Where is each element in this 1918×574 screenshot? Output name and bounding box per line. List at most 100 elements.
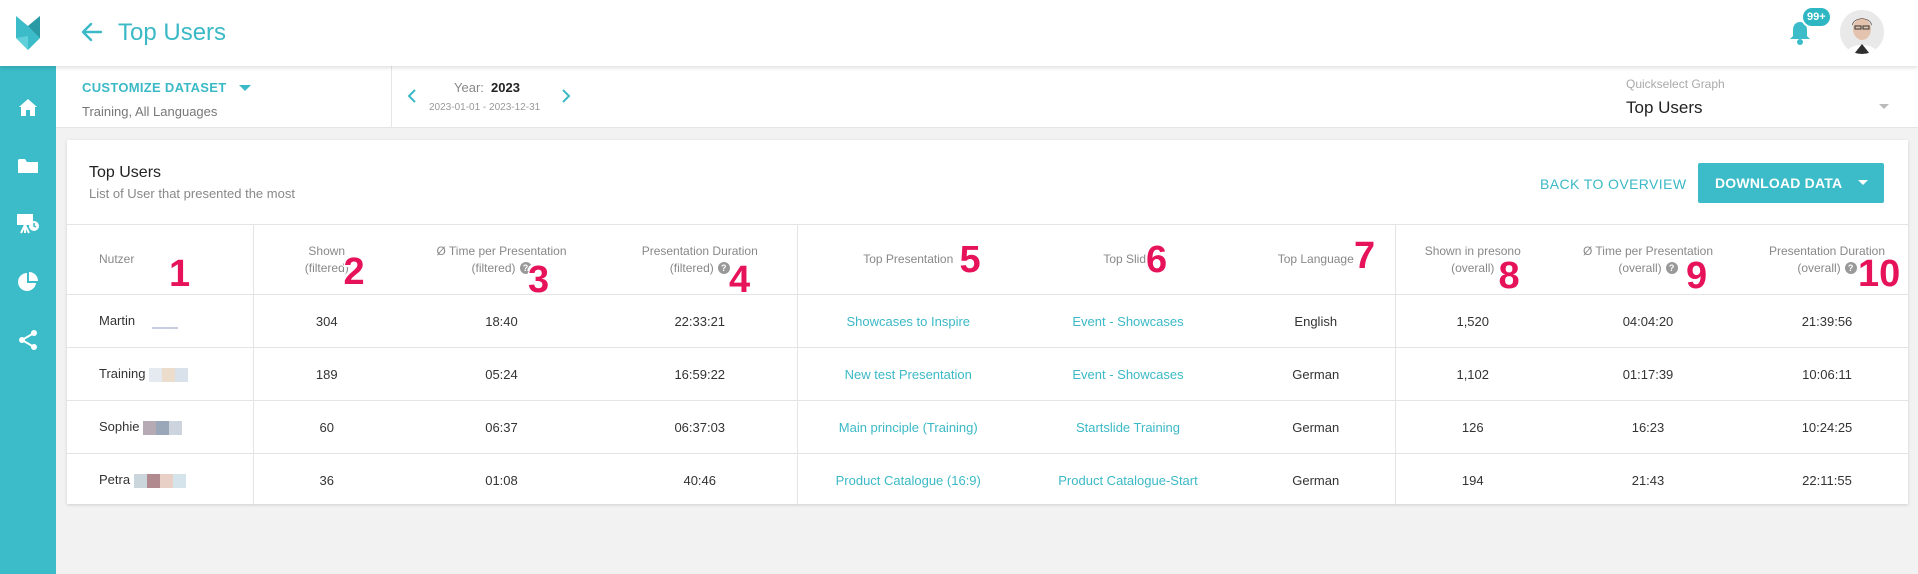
download-data-button[interactable]: DOWNLOAD DATA <box>1698 163 1884 203</box>
presentation-icon <box>17 214 39 234</box>
column-header[interactable]: Presentation Duration (overall)? 10 <box>1746 224 1908 295</box>
column-header[interactable]: Shown in presono (overall) 8 <box>1394 224 1550 297</box>
column-header-label: Shown <box>308 243 346 258</box>
column-header-sublabel: (overall) <box>1797 260 1841 275</box>
sidebar-item-home[interactable] <box>0 84 56 132</box>
annotation-marker: 1 <box>169 253 191 295</box>
shown-overall-cell: 1,102 <box>1394 347 1550 401</box>
top-slide-link[interactable]: Event - Showcases <box>1072 314 1183 329</box>
top-slide-link[interactable]: Product Catalogue-Start <box>1058 473 1197 488</box>
column-header[interactable]: Presentation Duration (filtered)? 4 <box>603 224 797 299</box>
next-year-button[interactable] <box>554 84 578 108</box>
top-presentation-link[interactable]: Main principle (Training) <box>839 420 978 435</box>
shown-cell: 36 <box>252 453 400 507</box>
column-header-label: Presentation Duration <box>641 243 758 258</box>
back-to-overview-link[interactable]: BACK TO OVERVIEW <box>1540 176 1686 192</box>
app-root: Top Users 99+ CUSTOMIZE DATASET Training… <box>0 0 1918 574</box>
help-icon[interactable]: ? <box>1844 262 1857 275</box>
column-header[interactable]: Shown (filtered) 2 <box>252 224 400 295</box>
column-header-label: Nutzer <box>99 252 135 266</box>
top-language-cell: German <box>1237 347 1395 401</box>
sidebar-item-files[interactable] <box>0 142 56 190</box>
redacted-surname <box>139 314 179 329</box>
top-users-card: Top Users List of User that presented th… <box>67 140 1908 507</box>
previous-year-button[interactable] <box>400 84 424 108</box>
user-name: Training <box>99 366 146 382</box>
top-presentation-link[interactable]: Product Catalogue (16:9) <box>836 473 981 488</box>
help-icon[interactable]: ? <box>717 262 730 275</box>
caret-down-icon <box>1858 180 1868 185</box>
column-header-label: Top Language <box>1277 252 1354 266</box>
avg-time-overall-cell: 21:43 <box>1550 453 1746 507</box>
user-name: Martin <box>99 313 136 329</box>
duration-overall-cell: 21:39:56 <box>1746 294 1908 348</box>
avg-time-overall-cell: 04:04:20 <box>1550 294 1746 348</box>
help-icon[interactable]: ? <box>1665 262 1678 275</box>
top-slide-link[interactable]: Event - Showcases <box>1072 367 1183 382</box>
share-icon <box>19 330 37 350</box>
card-subtitle: List of User that presented the most <box>89 186 295 201</box>
top-slide-cell: Event - Showcases <box>1019 347 1237 401</box>
sidebar <box>0 66 56 574</box>
top-language-cell: English <box>1237 294 1395 348</box>
caret-down-icon <box>238 84 251 91</box>
filter-bar: CUSTOMIZE DATASET Training, All Language… <box>56 66 1918 128</box>
avg-time-cell: 01:08 <box>400 453 603 507</box>
duration-overall-cell: 10:24:25 <box>1746 400 1908 454</box>
top-language-cell: German <box>1237 400 1395 454</box>
user-cell: Martin <box>67 294 253 348</box>
quickselect-select[interactable]: Top Users <box>1626 98 1703 118</box>
column-header-label: Top Presentation <box>863 252 954 266</box>
avg-time-overall-cell: 16:23 <box>1550 400 1746 454</box>
annotation-marker: 6 <box>1146 239 1168 281</box>
table-row[interactable]: Training 189 05:24 16:59:22 New test Pre… <box>67 347 1908 401</box>
table-row[interactable]: Petra 36 01:08 40:46 Product Catalogue (… <box>67 453 1908 507</box>
annotation-marker: 5 <box>959 239 981 281</box>
annotation-marker: 8 <box>1498 255 1520 297</box>
user-cell: Training <box>67 347 253 401</box>
annotation-marker: 9 <box>1686 255 1708 297</box>
shown-cell: 304 <box>252 294 400 348</box>
column-header[interactable]: Ø Time per Presentation (overall)? 9 <box>1550 224 1746 297</box>
chevron-right-icon <box>562 89 571 103</box>
arrow-left-icon <box>81 22 103 42</box>
column-header-label: Ø Time per Presentation <box>436 243 567 258</box>
top-presentation-link[interactable]: New test Presentation <box>845 367 972 382</box>
notification-badge: 99+ <box>1801 6 1832 28</box>
back-arrow-button[interactable] <box>78 18 106 46</box>
user-avatar[interactable] <box>1840 10 1884 54</box>
customize-dataset-button[interactable]: CUSTOMIZE DATASET <box>82 80 251 95</box>
annotation-marker: 7 <box>1354 235 1376 277</box>
sidebar-item-share[interactable] <box>0 316 56 364</box>
sidebar-item-analytics[interactable] <box>0 258 56 306</box>
duration-cell: 16:59:22 <box>603 347 797 401</box>
column-header-sublabel: (overall) <box>1618 260 1662 275</box>
column-header-sublabel: (filtered) <box>304 260 349 275</box>
column-header[interactable]: Top Presentation 5 <box>796 224 1019 295</box>
duration-overall-cell: 10:06:11 <box>1746 347 1908 401</box>
user-name: Petra <box>99 472 131 488</box>
column-header[interactable]: Nutzer 1 <box>67 224 253 295</box>
table-row[interactable]: Martin 304 18:40 22:33:21 Showcases to I… <box>67 294 1908 348</box>
column-header[interactable]: Top Language 7 <box>1237 224 1395 295</box>
card-title: Top Users <box>89 164 162 181</box>
app-logo[interactable] <box>0 0 56 66</box>
column-header[interactable]: Top Slide 6 <box>1019 224 1237 295</box>
redacted-surname <box>143 420 183 435</box>
pie-chart-icon <box>18 272 38 291</box>
top-presentation-link[interactable]: Showcases to Inspire <box>846 314 970 329</box>
user-name: Sophie <box>99 419 140 435</box>
annotation-marker: 2 <box>343 251 365 293</box>
top-language-cell: German <box>1237 453 1395 507</box>
customize-dataset-label: CUSTOMIZE DATASET <box>82 80 227 95</box>
quickselect-caret-icon[interactable] <box>1879 104 1889 109</box>
year-label: Year: <box>454 80 484 95</box>
table-row[interactable]: Sophie 60 06:37 06:37:03 Main principle … <box>67 400 1908 454</box>
download-data-label: DOWNLOAD DATA <box>1715 175 1843 191</box>
year-range: 2023-01-01 - 2023-12-31 <box>429 102 541 113</box>
column-header[interactable]: Ø Time per Presentation (filtered)? 3 <box>400 224 603 299</box>
top-slide-link[interactable]: Startslide Training <box>1076 420 1180 435</box>
home-icon <box>19 99 37 116</box>
year-value: 2023 <box>491 80 520 95</box>
sidebar-item-presentations[interactable] <box>0 200 56 248</box>
